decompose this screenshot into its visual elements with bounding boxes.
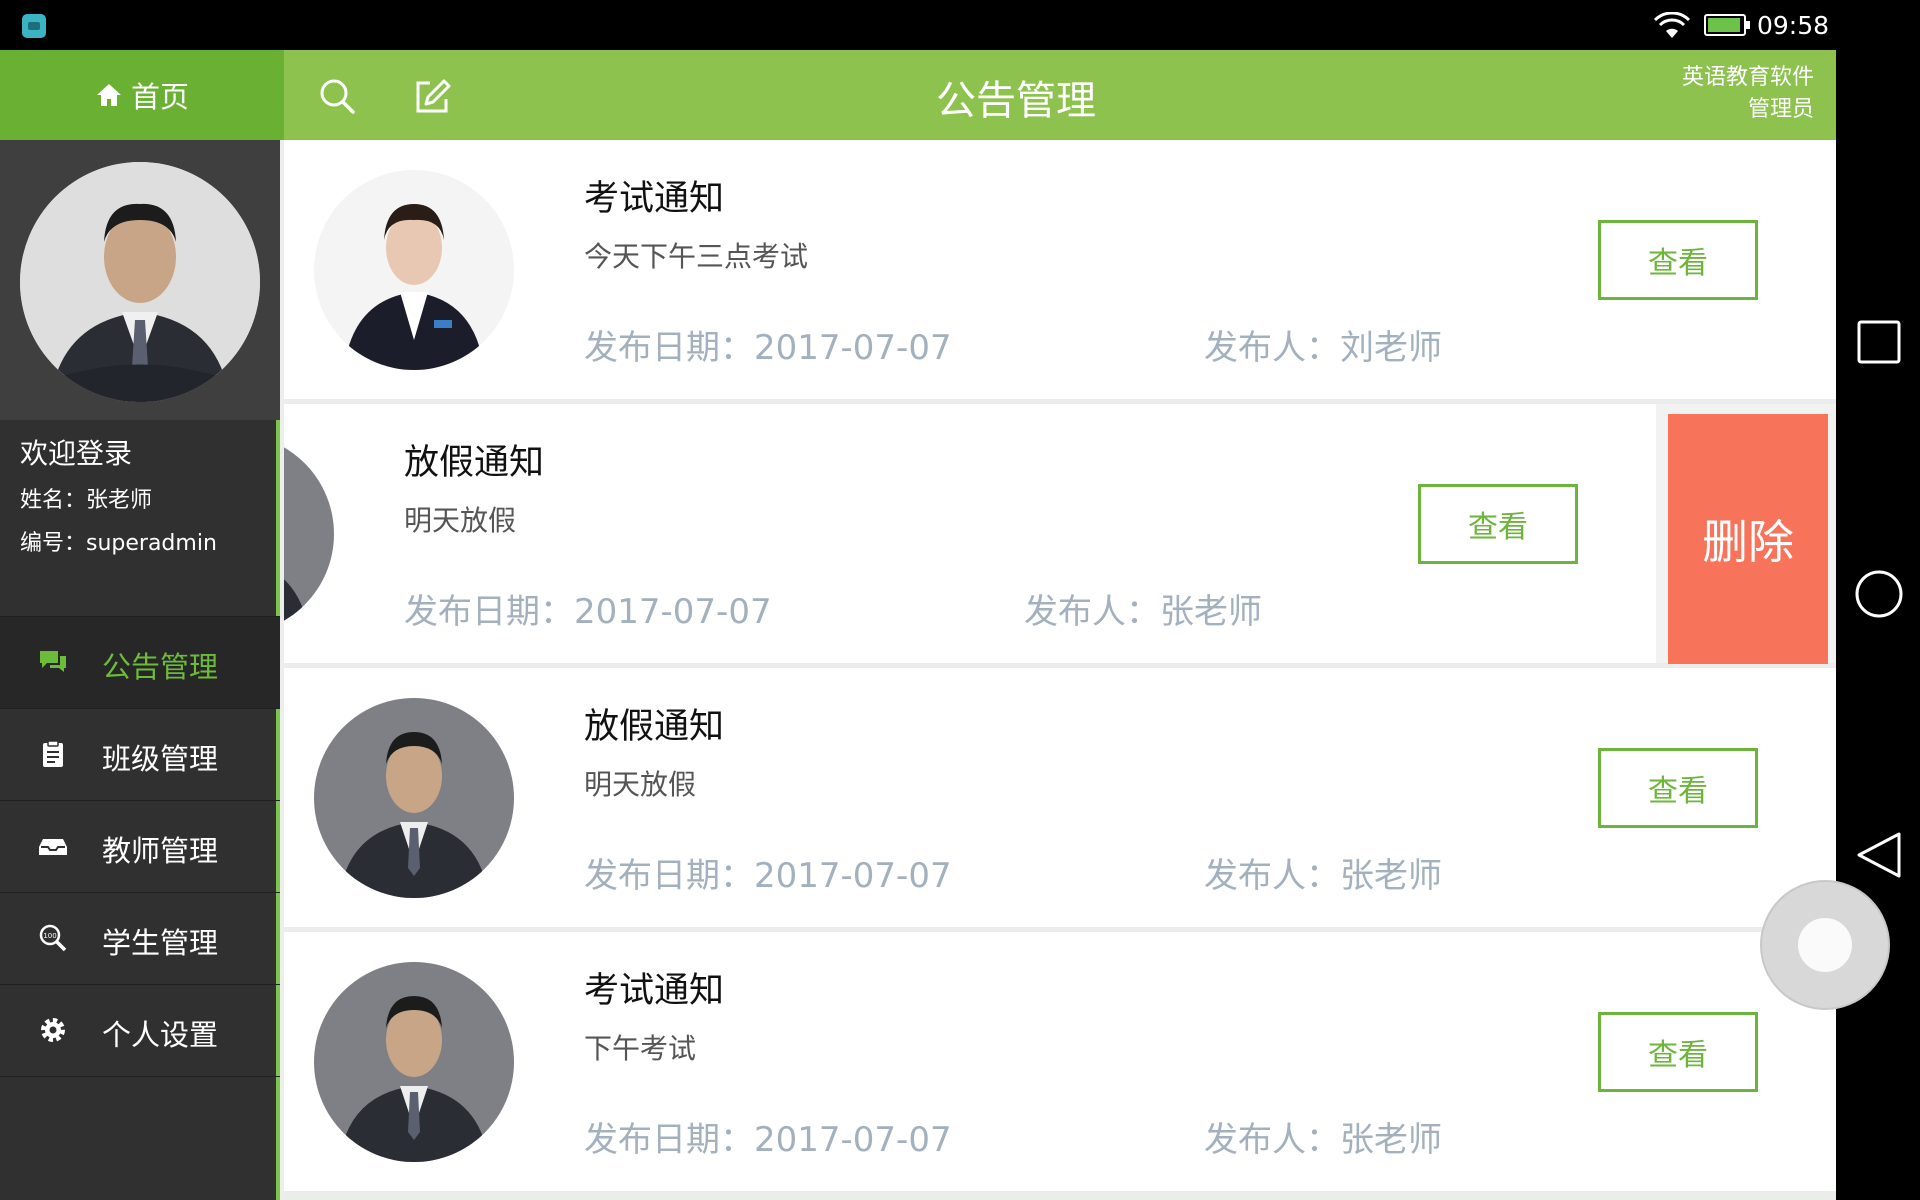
notice-publisher: 发布人：刘老师 xyxy=(1204,328,1442,368)
home-circle-icon[interactable] xyxy=(1855,570,1903,618)
navigation-bar xyxy=(1836,50,1920,1200)
male-teacher-photo xyxy=(314,698,514,898)
user-id: 编号：superadmin xyxy=(20,531,217,556)
gear-icon xyxy=(41,1018,65,1042)
floating-assist-button[interactable] xyxy=(1760,880,1890,1010)
notice-publisher: 发布人：张老师 xyxy=(1204,1120,1442,1160)
welcome-text: 欢迎登录 xyxy=(20,437,133,470)
score-search-icon: 100 xyxy=(39,924,67,952)
notice-title: 放假通知 xyxy=(584,707,725,747)
battery-charging-icon xyxy=(1704,14,1750,36)
female-teacher-photo xyxy=(314,170,514,370)
publisher-avatar xyxy=(314,962,514,1162)
publisher-avatar xyxy=(314,170,514,370)
notice-title: 考试通知 xyxy=(584,179,725,219)
app-window: 首页 欢迎登录 姓名：张老师 编号：superadmin 公告管理 班级管理 教… xyxy=(0,50,1836,1200)
sidebar-menu: 公告管理 班级管理 教师管理 100 学生管理 个人设置 xyxy=(0,617,280,1077)
notice-title: 放假通知 xyxy=(404,443,545,483)
sidebar-item-label: 个人设置 xyxy=(102,1018,219,1052)
list-item[interactable]: 考试通知 今天下午三点考试 发布日期：2017-07-07 发布人：刘老师 查看 xyxy=(284,140,1836,399)
notice-list: 考试通知 今天下午三点考试 发布日期：2017-07-07 发布人：刘老师 查看 xyxy=(284,140,1836,1200)
delete-button[interactable]: 删除 xyxy=(1668,414,1828,664)
list-item[interactable]: 放假通知 明天放假 发布日期：2017-07-07 发布人：张老师 查看 xyxy=(284,668,1836,927)
app-name: 英语教育软件 管理员 xyxy=(1682,62,1814,126)
notice-date: 发布日期：2017-07-07 xyxy=(584,328,952,368)
view-button[interactable]: 查看 xyxy=(1598,1012,1758,1092)
user-name: 姓名：张老师 xyxy=(20,488,153,513)
recent-apps-icon[interactable] xyxy=(1857,320,1901,364)
app-name-line1: 英语教育软件 xyxy=(1681,65,1814,90)
list-item[interactable]: 放假通知 明天放假 发布日期：2017-07-07 发布人：张老师 查看 删除 xyxy=(284,404,1836,664)
sidebar: 首页 欢迎登录 姓名：张老师 编号：superadmin 公告管理 班级管理 教… xyxy=(0,50,284,1200)
notice-content: 今天下午三点考试 xyxy=(584,240,809,273)
notice-publisher: 发布人：张老师 xyxy=(1204,856,1442,896)
wifi-icon xyxy=(1653,12,1691,38)
sidebar-item-classes[interactable]: 班级管理 xyxy=(0,709,280,801)
home-icon xyxy=(96,84,121,106)
clock: 09:58 xyxy=(1757,11,1830,40)
svg-text:100: 100 xyxy=(43,932,56,940)
notice-content: 下午考试 xyxy=(584,1032,697,1065)
male-teacher-photo xyxy=(284,434,334,634)
list-item[interactable]: 考试通知 下午考试 发布日期：2017-07-07 发布人：张老师 查看 xyxy=(284,932,1836,1191)
sidebar-item-students[interactable]: 100 学生管理 xyxy=(0,893,280,985)
user-avatar[interactable] xyxy=(20,162,260,402)
app-name-line2: 管理员 xyxy=(1747,97,1814,122)
header-bar: 公告管理 英语教育软件 管理员 xyxy=(284,50,1836,140)
sidebar-item-label: 班级管理 xyxy=(102,742,219,776)
sidebar-item-settings[interactable]: 个人设置 xyxy=(0,985,280,1077)
status-bar: 09:58 xyxy=(0,0,1920,50)
notice-date: 发布日期：2017-07-07 xyxy=(584,1120,952,1160)
sidebar-item-label: 学生管理 xyxy=(102,926,219,960)
view-button[interactable]: 查看 xyxy=(1598,748,1758,828)
clipboard-icon xyxy=(43,740,63,767)
notice-publisher: 发布人：张老师 xyxy=(1024,592,1262,632)
male-teacher-photo xyxy=(314,962,514,1162)
notice-content: 明天放假 xyxy=(404,504,517,537)
page-title: 公告管理 xyxy=(936,78,1096,124)
view-button[interactable]: 查看 xyxy=(1418,484,1578,564)
view-button[interactable]: 查看 xyxy=(1598,220,1758,300)
back-icon[interactable] xyxy=(1855,830,1903,880)
sidebar-item-notices[interactable]: 公告管理 xyxy=(0,617,280,709)
publisher-avatar xyxy=(284,434,334,634)
notice-date: 发布日期：2017-07-07 xyxy=(404,592,772,632)
sidebar-item-label: 教师管理 xyxy=(102,834,219,868)
home-label: 首页 xyxy=(130,80,189,114)
sidebar-item-teachers[interactable]: 教师管理 xyxy=(0,801,280,893)
sidebar-item-label: 公告管理 xyxy=(102,650,219,684)
chat-bubbles-icon xyxy=(40,651,66,672)
male-teacher-photo xyxy=(20,162,260,402)
notice-date: 发布日期：2017-07-07 xyxy=(584,856,952,896)
publisher-avatar xyxy=(314,698,514,898)
app-notification-icon xyxy=(22,14,46,38)
home-tab[interactable]: 首页 xyxy=(0,50,284,140)
notice-content: 明天放假 xyxy=(584,768,697,801)
notice-title: 考试通知 xyxy=(584,971,725,1011)
inbox-tray-icon xyxy=(39,839,67,855)
list-item-swiped-content: 放假通知 明天放假 发布日期：2017-07-07 发布人：张老师 查看 xyxy=(284,404,1656,663)
profile-panel xyxy=(0,140,280,420)
